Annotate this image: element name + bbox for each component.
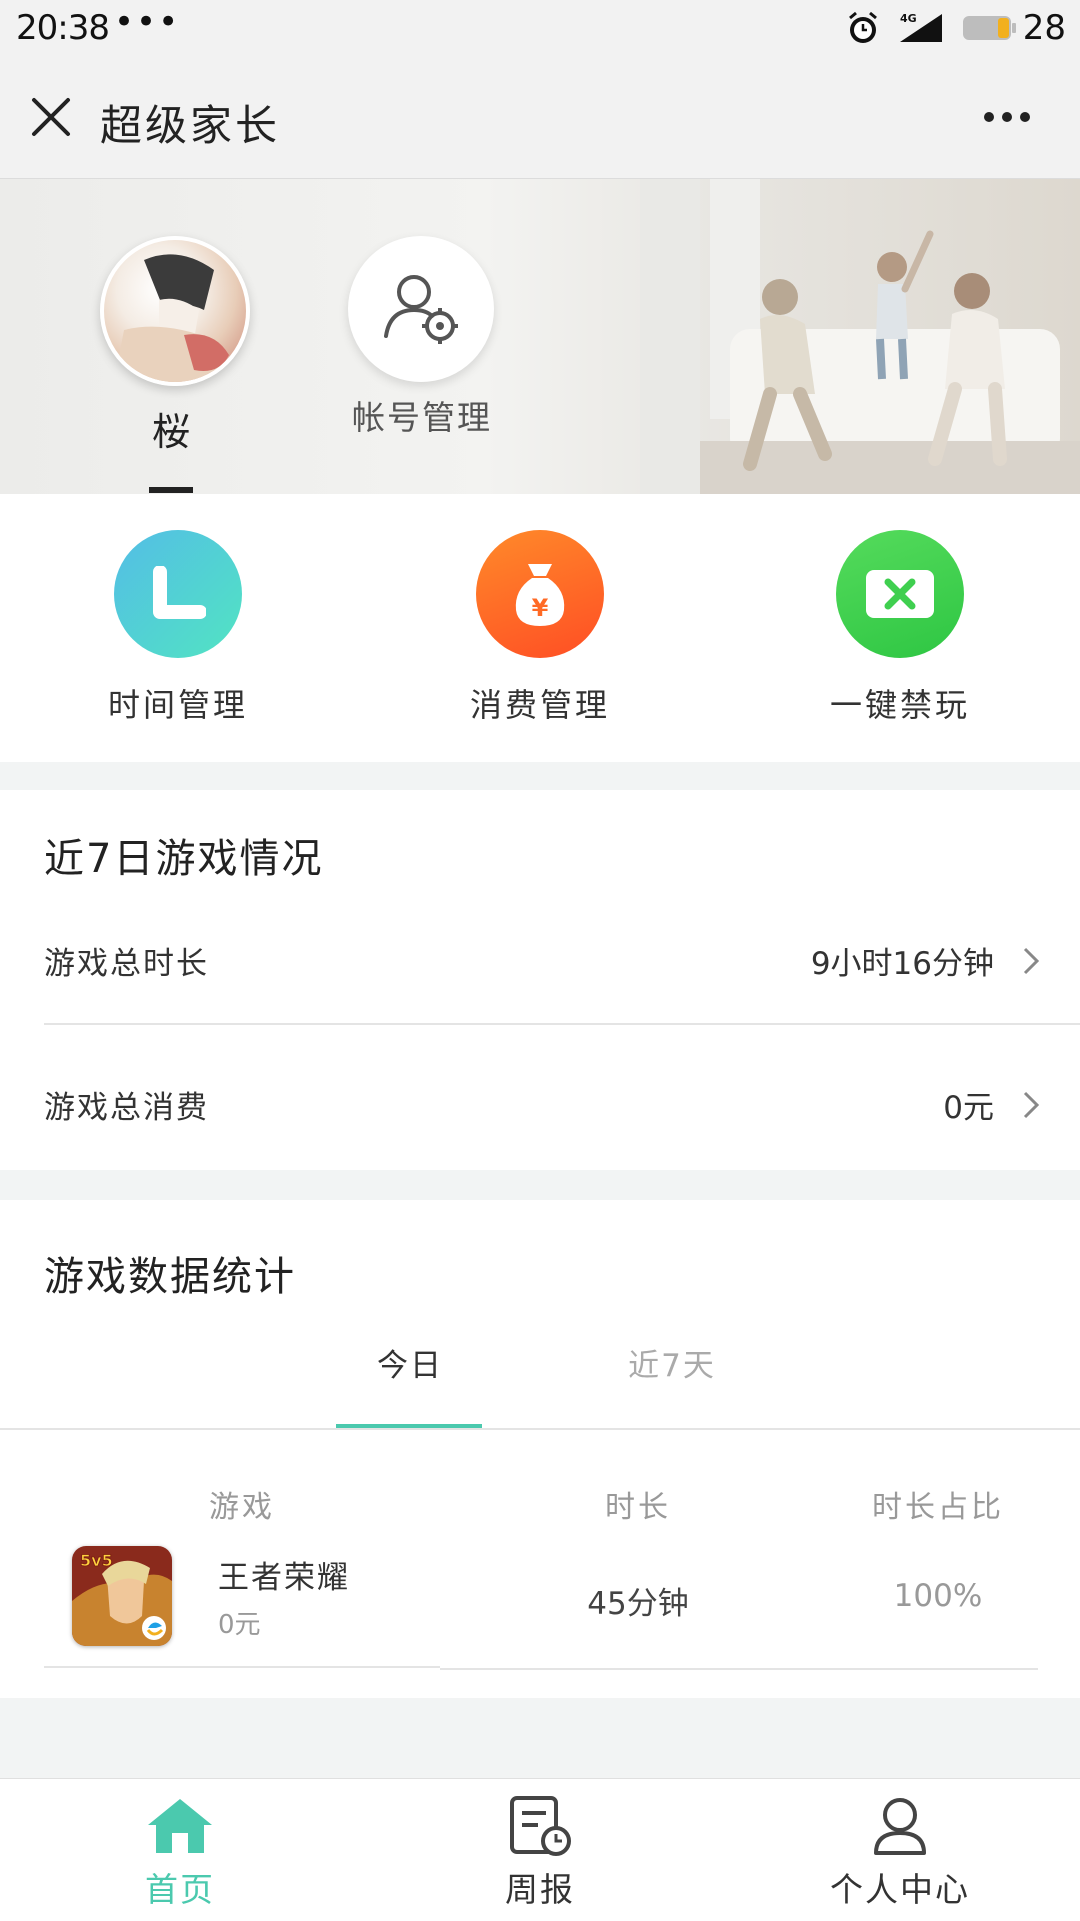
tab-last-7-days[interactable]: 近7天 bbox=[592, 1340, 752, 1385]
battery-icon bbox=[963, 16, 1016, 40]
avatar-illustration bbox=[114, 254, 234, 382]
weekly-summary-card: 近7日游戏情况 游戏总时长 9小时16分钟 游戏总消费 0元 bbox=[0, 790, 1080, 1170]
account-management-label[interactable]: 帐号管理 bbox=[352, 391, 492, 439]
close-icon[interactable] bbox=[30, 96, 72, 138]
alarm-icon bbox=[849, 11, 877, 43]
tab-profile-center[interactable]: 个人中心 bbox=[780, 1779, 1020, 1921]
family-photo-illustration bbox=[640, 179, 1080, 494]
column-header-ratio: 时长占比 bbox=[872, 1490, 1004, 1525]
status-more-dots: ••• bbox=[114, 2, 181, 42]
weekly-report-icon bbox=[510, 1796, 571, 1856]
bottom-tab-bar: 首页 周报 个人中心 bbox=[0, 1778, 1080, 1921]
game-stats-title: 游戏数据统计 bbox=[44, 1254, 296, 1300]
account-management-button[interactable] bbox=[348, 236, 494, 382]
spending-management-button[interactable]: ¥ bbox=[476, 530, 604, 658]
user-settings-icon bbox=[384, 275, 458, 344]
tab-weekly-report[interactable]: 周报 bbox=[420, 1779, 660, 1921]
signal-icon: 4G bbox=[900, 12, 942, 42]
total-spending-value: 0元 bbox=[943, 1090, 994, 1126]
yuan-symbol-text: ¥ bbox=[532, 594, 549, 622]
nav-title: 超级家长 bbox=[100, 101, 281, 150]
tab-profile-center-label: 个人中心 bbox=[830, 1870, 970, 1909]
network-type-text: 4G bbox=[900, 12, 917, 25]
row-divider bbox=[44, 1666, 440, 1668]
tab-home-label: 首页 bbox=[145, 1870, 215, 1909]
total-spending-row[interactable]: 游戏总消费 0元 bbox=[0, 1050, 1080, 1160]
clock-hands-icon bbox=[153, 566, 206, 619]
money-bag-icon: ¥ bbox=[515, 564, 565, 626]
total-playtime-label: 游戏总时长 bbox=[44, 946, 209, 982]
game-stats-card: 游戏数据统计 今日 近7天 游戏 时长 时长占比 5v5 王者荣耀 0元 45分… bbox=[0, 1200, 1080, 1698]
time-management-button[interactable] bbox=[114, 530, 242, 658]
game-duration: 45分钟 bbox=[587, 1586, 689, 1622]
tabs-divider bbox=[0, 1428, 1080, 1430]
tab-weekly-report-label: 周报 bbox=[505, 1870, 575, 1909]
total-playtime-row[interactable]: 游戏总时长 9小时16分钟 bbox=[0, 908, 1080, 1018]
child-name[interactable]: 桜 bbox=[152, 401, 190, 456]
chevron-right-icon bbox=[1023, 1091, 1040, 1119]
row-divider bbox=[440, 1668, 1038, 1670]
child-avatar[interactable] bbox=[100, 236, 250, 386]
game-spending: 0元 bbox=[218, 1610, 261, 1640]
table-row[interactable]: 5v5 王者荣耀 0元 45分钟 100% bbox=[0, 1540, 1080, 1666]
one-click-block-label[interactable]: 一键禁玩 bbox=[780, 680, 1020, 726]
battery-level: 28 bbox=[1022, 8, 1066, 48]
column-header-game: 游戏 bbox=[209, 1490, 275, 1525]
game-name: 王者荣耀 bbox=[218, 1560, 350, 1596]
chevron-right-icon bbox=[1023, 947, 1040, 975]
total-playtime-value: 9小时16分钟 bbox=[810, 946, 994, 982]
honor-of-kings-app-icon: 5v5 bbox=[72, 1546, 172, 1646]
nav-bar: 超级家长 bbox=[0, 60, 1080, 179]
time-management-label[interactable]: 时间管理 bbox=[58, 680, 298, 726]
block-play-icon bbox=[866, 570, 934, 618]
status-time: 20:38 bbox=[16, 8, 110, 48]
total-spending-label: 游戏总消费 bbox=[44, 1090, 209, 1126]
feature-panel: 时间管理 ¥ 消费管理 一键禁玩 bbox=[0, 494, 1080, 762]
weekly-summary-title: 近7日游戏情况 bbox=[44, 836, 324, 882]
game-icon-badge-text: 5v5 bbox=[80, 1551, 113, 1570]
profile-banner: 桜 帐号管理 bbox=[0, 179, 1080, 494]
column-header-duration: 时长 bbox=[605, 1490, 671, 1525]
selected-profile-indicator bbox=[149, 487, 193, 493]
tab-home[interactable]: 首页 bbox=[60, 1779, 300, 1921]
row-divider bbox=[44, 1023, 1080, 1025]
spending-management-label[interactable]: 消费管理 bbox=[420, 680, 660, 726]
more-menu-icon[interactable] bbox=[982, 110, 1032, 124]
tab-today[interactable]: 今日 bbox=[330, 1340, 490, 1385]
game-duration-ratio: 100% bbox=[893, 1578, 983, 1614]
user-icon bbox=[874, 1798, 926, 1855]
status-bar: 20:38 ••• 4G 28 bbox=[0, 0, 1080, 60]
home-icon bbox=[148, 1799, 212, 1853]
one-click-block-button[interactable] bbox=[836, 530, 964, 658]
